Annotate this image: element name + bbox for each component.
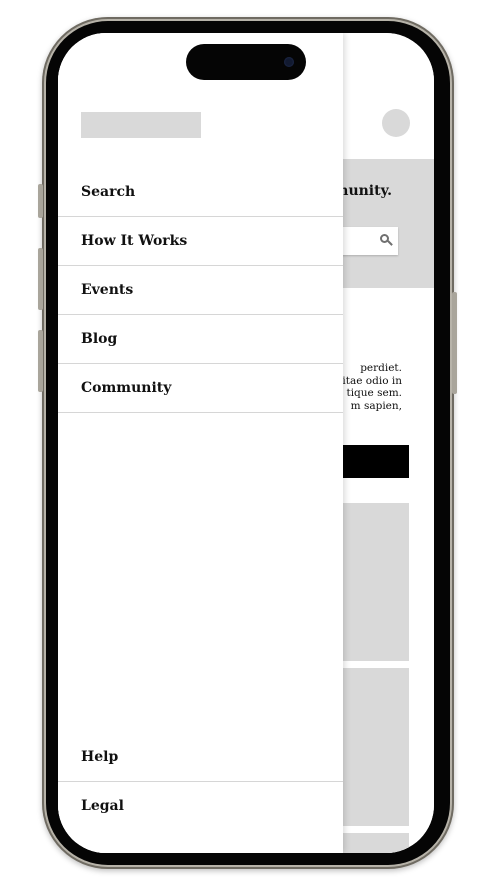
navigation-drawer: Search How It Works Events Blog Communit…	[58, 33, 343, 853]
menu-item-events[interactable]: Events	[58, 266, 343, 315]
menu-item-search[interactable]: Search	[58, 168, 343, 217]
avatar[interactable]	[382, 109, 410, 137]
logo-placeholder	[81, 112, 201, 138]
volume-down-button	[38, 330, 43, 392]
action-button	[38, 184, 43, 218]
menu-item-community[interactable]: Community	[58, 364, 343, 413]
menu-item-help[interactable]: Help	[58, 733, 343, 782]
search-icon[interactable]	[380, 234, 389, 243]
main-menu: Search How It Works Events Blog Communit…	[58, 168, 343, 413]
footer-menu: Help Legal	[58, 733, 343, 830]
volume-up-button	[38, 248, 43, 310]
power-button	[452, 292, 457, 394]
menu-item-blog[interactable]: Blog	[58, 315, 343, 364]
dynamic-island	[186, 44, 306, 80]
menu-item-legal[interactable]: Legal	[58, 782, 343, 830]
phone-screen: munity. perdiet. vitae odio in tique sem…	[58, 33, 434, 853]
menu-item-how-it-works[interactable]: How It Works	[58, 217, 343, 266]
camera-icon	[284, 57, 294, 67]
